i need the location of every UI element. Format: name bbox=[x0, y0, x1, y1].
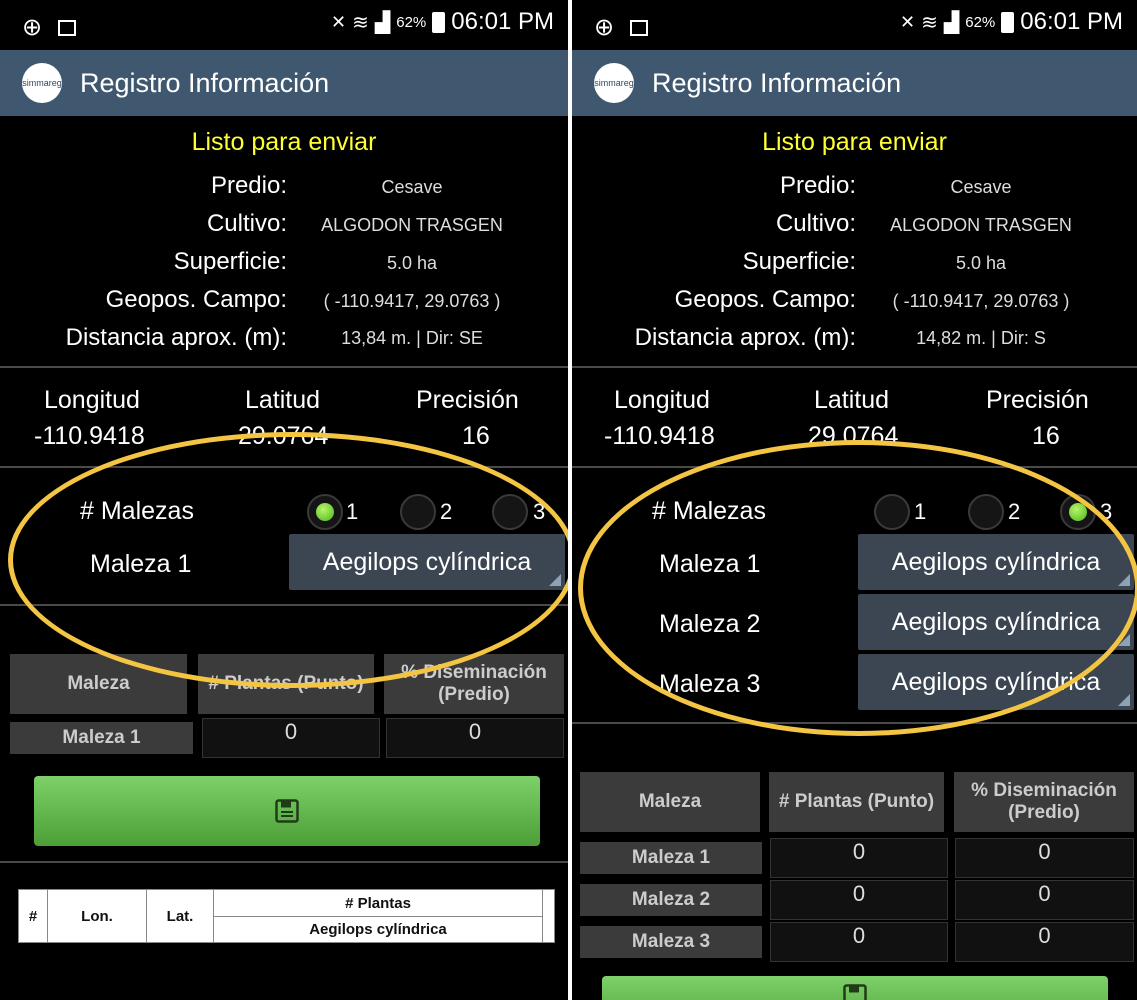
battery-icon bbox=[1001, 11, 1015, 33]
mute-icon: ✕ bbox=[899, 11, 916, 32]
longitud-value: -110.9418 bbox=[604, 422, 715, 450]
clock: 06:01 PM bbox=[1020, 8, 1123, 35]
plantas-input-1[interactable]: 0 bbox=[770, 838, 948, 878]
geopos-label: Geopos. Campo: bbox=[674, 286, 856, 313]
distancia-label: Distancia aprox. (m): bbox=[634, 324, 856, 351]
battery-percent: 62% bbox=[965, 13, 996, 31]
highlight-ellipse bbox=[8, 432, 568, 688]
points-col-species: Aegilops cylíndrica bbox=[214, 917, 543, 942]
superficie-label: Superficie: bbox=[742, 248, 856, 275]
plantas-input-2[interactable]: 0 bbox=[770, 880, 948, 920]
geopos-label: Geopos. Campo: bbox=[105, 286, 287, 313]
precision-value: 16 bbox=[462, 422, 490, 450]
distancia-label: Distancia aprox. (m): bbox=[65, 324, 287, 351]
clock: 06:01 PM bbox=[451, 8, 554, 35]
save-button[interactable] bbox=[602, 976, 1108, 1000]
precision-label: Precisión bbox=[986, 386, 1089, 414]
precision-value: 16 bbox=[1032, 422, 1060, 450]
gps-icon: ⊕ bbox=[22, 14, 43, 41]
status-bar: ⊕ ✕ ≋ ▟ 62% 06:01 PM bbox=[0, 0, 568, 50]
longitud-label: Longitud bbox=[614, 386, 710, 414]
geopos-value: ( -110.9417, 29.0763 ) bbox=[892, 291, 1070, 311]
mute-icon: ✕ bbox=[330, 11, 347, 32]
row-maleza-2-label: Maleza 2 bbox=[580, 884, 762, 916]
points-col-lat: Lat. bbox=[147, 890, 214, 942]
diseminacion-input-1[interactable]: 0 bbox=[955, 838, 1134, 878]
ready-status: Listo para enviar bbox=[191, 128, 377, 156]
image-icon bbox=[630, 19, 649, 36]
predio-label: Predio: bbox=[779, 172, 856, 199]
cultivo-value: ALGODON TRASGEN bbox=[890, 215, 1072, 235]
points-col-lon: Lon. bbox=[48, 890, 147, 942]
divider bbox=[0, 861, 568, 863]
app-title: Registro Información bbox=[652, 67, 902, 98]
superficie-label: Superficie: bbox=[173, 248, 287, 275]
predio-label: Predio: bbox=[210, 172, 287, 199]
predio-value: Cesave bbox=[950, 177, 1012, 197]
col-header-diseminacion: % Diseminación (Predio) bbox=[954, 772, 1134, 832]
predio-value: Cesave bbox=[381, 177, 443, 197]
row-maleza-3-label: Maleza 3 bbox=[580, 926, 762, 958]
ready-status: Listo para enviar bbox=[762, 128, 947, 156]
cultivo-label: Cultivo: bbox=[206, 210, 287, 237]
diseminacion-input-3[interactable]: 0 bbox=[955, 922, 1134, 962]
cultivo-label: Cultivo: bbox=[775, 210, 856, 237]
latitud-label: Latitud bbox=[814, 386, 890, 414]
geopos-value: ( -110.9417, 29.0763 ) bbox=[323, 291, 501, 311]
diseminacion-input-2[interactable]: 0 bbox=[955, 880, 1134, 920]
precision-label: Precisión bbox=[416, 386, 519, 414]
longitud-value: -110.9418 bbox=[34, 422, 145, 450]
latitud-label: Latitud bbox=[245, 386, 321, 414]
gps-icon: ⊕ bbox=[594, 14, 615, 41]
superficie-value: 5.0 ha bbox=[955, 253, 1007, 273]
plantas-input-1[interactable]: 0 bbox=[202, 718, 380, 758]
app-bar: simmareg Registro Información bbox=[572, 50, 1137, 116]
wifi-icon: ≋ bbox=[921, 11, 938, 34]
right-screen: ⊕ ✕ ≋ ▟ 62% 06:01 PM simmareg Registro I… bbox=[572, 0, 1137, 1000]
row-maleza-1-label: Maleza 1 bbox=[10, 722, 193, 754]
cultivo-value: ALGODON TRASGEN bbox=[321, 215, 503, 235]
longitud-label: Longitud bbox=[44, 386, 140, 414]
row-maleza-1-label: Maleza 1 bbox=[580, 842, 762, 874]
app-logo[interactable]: simmareg bbox=[594, 63, 634, 103]
diseminacion-input-1[interactable]: 0 bbox=[386, 718, 564, 758]
divider bbox=[572, 366, 1137, 368]
wifi-icon: ≋ bbox=[352, 11, 369, 34]
col-header-maleza: Maleza bbox=[580, 772, 760, 832]
image-icon bbox=[58, 19, 77, 36]
superficie-value: 5.0 ha bbox=[386, 253, 438, 273]
battery-percent: 62% bbox=[396, 13, 427, 31]
highlight-ellipse bbox=[578, 440, 1137, 736]
save-button[interactable] bbox=[34, 776, 540, 846]
save-icon bbox=[843, 984, 867, 1000]
battery-icon bbox=[432, 11, 446, 33]
points-table: # Lon. Lat. # Plantas Aegilops cylíndric… bbox=[18, 889, 555, 943]
distancia-value: 13,84 m. | Dir: SE bbox=[341, 328, 483, 348]
signal-icon: ▟ bbox=[374, 11, 391, 34]
left-screen: ⊕ ✕ ≋ ▟ 62% 06:01 PM simmareg Registro I… bbox=[0, 0, 568, 1000]
status-bar: ⊕ ✕ ≋ ▟ 62% 06:01 PM bbox=[572, 0, 1137, 50]
points-col-num: # bbox=[19, 890, 48, 942]
save-icon bbox=[275, 799, 299, 823]
signal-icon: ▟ bbox=[943, 11, 960, 34]
divider bbox=[0, 366, 568, 368]
plantas-input-3[interactable]: 0 bbox=[770, 922, 948, 962]
points-col-plantas: # Plantas bbox=[214, 890, 543, 917]
app-logo[interactable]: simmareg bbox=[22, 63, 62, 103]
app-title: Registro Información bbox=[80, 67, 330, 98]
distancia-value: 14,82 m. | Dir: S bbox=[916, 328, 1046, 348]
app-bar: simmareg Registro Información bbox=[0, 50, 568, 116]
col-header-plantas: # Plantas (Punto) bbox=[769, 772, 944, 832]
